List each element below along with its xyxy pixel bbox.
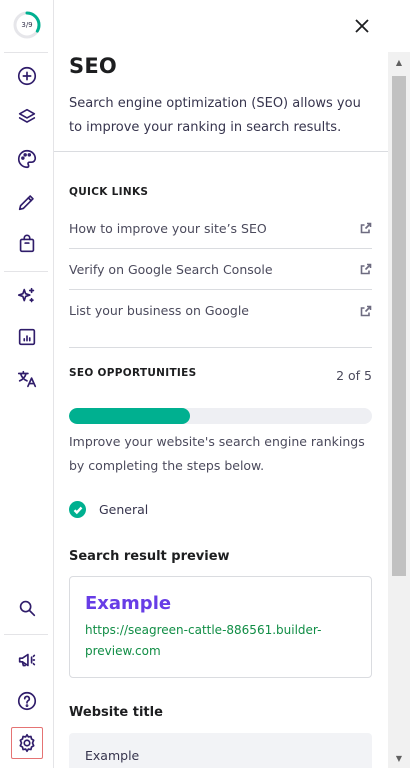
quick-links-heading: QUICK LINKS	[69, 186, 149, 198]
quick-link-google-business[interactable]: List your business on Google	[69, 290, 372, 331]
opportunities-progress-bar	[69, 408, 372, 424]
page-title: SEO	[69, 54, 117, 78]
sidebar: 3/9	[0, 0, 54, 768]
opportunities-description: Improve your website's search engine ran…	[69, 434, 365, 473]
quick-link-label: List your business on Google	[69, 303, 249, 318]
add-icon[interactable]	[11, 60, 43, 92]
quick-link-search-console[interactable]: Verify on Google Search Console	[69, 249, 372, 290]
scrollbar-thumb[interactable]	[392, 76, 406, 576]
analytics-icon[interactable]	[11, 321, 43, 353]
rail-divider	[4, 634, 48, 635]
panel-scrollbar[interactable]: ▲ ▼	[388, 52, 410, 768]
seo-opportunities-heading: SEO OPPORTUNITIES	[69, 367, 197, 379]
external-link-icon	[360, 222, 372, 234]
rail-divider	[4, 52, 48, 53]
opportunities-count: 2 of 5	[336, 368, 372, 383]
search-icon[interactable]	[11, 592, 43, 624]
opportunities-progress-fill	[69, 408, 191, 424]
scroll-up-icon[interactable]: ▲	[388, 54, 410, 70]
page-description: Search engine optimization (SEO) allows …	[69, 96, 361, 135]
website-title-label: Website title	[69, 705, 163, 720]
megaphone-icon[interactable]	[11, 644, 43, 676]
step-general-label: General	[99, 502, 149, 517]
close-icon	[355, 19, 369, 33]
panel-header: SEO Search engine optimization (SEO) all…	[69, 54, 369, 140]
section-divider	[54, 151, 388, 152]
search-result-preview: Example https://seagreen-cattle-886561.b…	[69, 576, 372, 678]
check-circle-icon	[69, 501, 86, 518]
seo-panel: SEO Search engine optimization (SEO) all…	[54, 0, 388, 768]
scroll-down-icon[interactable]: ▼	[388, 750, 410, 766]
layers-icon[interactable]	[11, 101, 43, 133]
quick-link-label: Verify on Google Search Console	[69, 261, 273, 277]
search-preview-heading: Search result preview	[69, 549, 230, 564]
website-title-input[interactable]: Example	[69, 733, 372, 768]
settings-icon[interactable]	[11, 727, 43, 759]
section-divider	[69, 347, 372, 348]
shopping-bag-icon[interactable]	[11, 228, 43, 260]
external-link-icon	[360, 305, 372, 316]
preview-url: https://seagreen-cattle-886561.builder-p…	[85, 623, 322, 658]
step-general[interactable]: General	[69, 501, 148, 518]
palette-icon[interactable]	[11, 143, 43, 175]
quick-links-list: How to improve your site’s SEO Verify on…	[69, 208, 372, 331]
rail-divider	[4, 271, 48, 272]
quick-link-label: How to improve your site’s SEO	[69, 220, 267, 236]
progress-ring[interactable]: 3/9	[12, 10, 42, 40]
close-button[interactable]	[350, 14, 374, 38]
quick-link-improve-seo[interactable]: How to improve your site’s SEO	[69, 208, 372, 249]
external-link-icon	[360, 263, 372, 275]
pen-icon[interactable]	[11, 186, 43, 218]
help-icon[interactable]	[11, 685, 43, 717]
progress-ring-label: 3/9	[21, 21, 33, 29]
preview-title: Example	[85, 593, 172, 614]
sparkles-icon[interactable]	[11, 280, 43, 312]
translate-icon[interactable]	[11, 363, 43, 395]
